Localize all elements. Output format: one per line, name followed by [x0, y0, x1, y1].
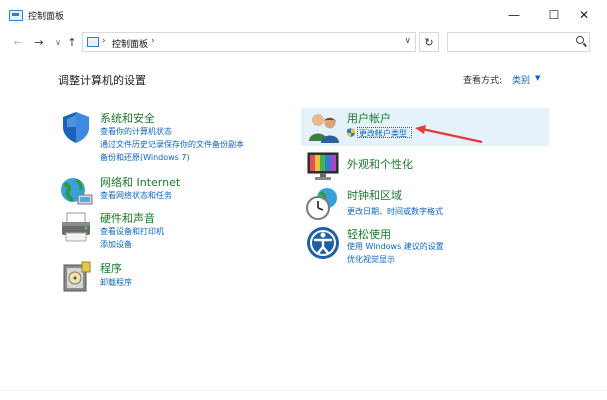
category-clock-region: 时钟和区域 更改日期、时间或数字格式 [305, 186, 545, 226]
category-ease-of-access: 轻松使用 使用 Windows 建议的设置 优化视觉显示 [305, 225, 545, 265]
title-bar: 控制面板 — ☐ ✕ [0, 0, 607, 30]
navigation-bar: ← → ∨ ↑ › 控制面板 › ∨ ↻ [0, 30, 607, 54]
search-icon[interactable] [576, 36, 584, 44]
category-system-security: 系统和安全 查看你的计算机状态 通过文件历史记录保存你的文件备份副本 备份和还原… [58, 109, 288, 169]
page-title: 调整计算机的设置 [58, 74, 146, 87]
printer-icon [62, 212, 90, 242]
accessibility-icon [307, 227, 339, 259]
control-panel-icon [9, 10, 23, 21]
category-title[interactable]: 网络和 Internet [100, 174, 180, 190]
address-bar[interactable]: › 控制面板 › ∨ [82, 32, 416, 52]
users-icon [309, 114, 339, 143]
category-link[interactable]: 添加设备 [100, 239, 132, 250]
category-link[interactable]: 查看网络状态和任务 [100, 190, 172, 201]
category-title[interactable]: 用户帐户 [347, 110, 391, 126]
clock-globe-icon [306, 188, 337, 220]
program-disk-icon [63, 261, 91, 292]
search-input[interactable] [447, 32, 590, 52]
category-title[interactable]: 外观和个性化 [347, 156, 413, 172]
close-button[interactable]: ✕ [561, 0, 607, 30]
globe-network-icon [61, 178, 93, 205]
back-button[interactable]: ← [9, 33, 27, 51]
category-title[interactable]: 时钟和区域 [347, 187, 402, 203]
category-link[interactable]: 使用 Windows 建议的设置 [347, 241, 444, 252]
category-link[interactable]: 更改日期、时间或数字格式 [347, 206, 443, 217]
uac-shield-icon [347, 128, 355, 137]
change-account-type-link[interactable]: 更改帐户类型 [359, 128, 407, 139]
breadcrumb-separator[interactable]: › [151, 36, 155, 46]
category-link[interactable]: 查看你的计算机状态 [100, 126, 172, 137]
category-title[interactable]: 硬件和声音 [100, 210, 155, 226]
category-title[interactable]: 系统和安全 [100, 110, 155, 126]
annotation-arrow [415, 125, 483, 144]
monitor-palette-icon [307, 152, 339, 180]
control-panel-icon [87, 37, 99, 47]
category-link[interactable]: 卸载程序 [100, 277, 132, 288]
chevron-down-icon[interactable]: ▼ [535, 74, 540, 82]
category-title[interactable]: 轻松使用 [347, 226, 391, 242]
refresh-button[interactable]: ↻ [419, 32, 439, 52]
up-button[interactable]: ↑ [63, 33, 81, 51]
breadcrumb-control-panel[interactable]: 控制面板 [112, 37, 148, 50]
category-network-internet: 网络和 Internet 查看网络状态和任务 [58, 173, 288, 209]
forward-button[interactable]: → [30, 33, 48, 51]
window-title: 控制面板 [28, 12, 65, 22]
category-appearance: 外观和个性化 [305, 148, 545, 188]
category-link[interactable]: 优化视觉显示 [347, 254, 395, 265]
category-title[interactable]: 程序 [100, 260, 122, 276]
content-area: 调整计算机的设置 查看方式: 类别 ▼ 系统和安全 查看你的计算机状态 通过文件… [0, 54, 607, 390]
status-bar [0, 390, 607, 400]
shield-icon [63, 112, 89, 143]
category-hardware-sound: 硬件和声音 查看设备和打印机 添加设备 [58, 209, 288, 249]
view-by-label: 查看方式: [463, 76, 503, 86]
category-link[interactable]: 查看设备和打印机 [100, 226, 164, 237]
breadcrumb-separator[interactable]: › [102, 36, 106, 46]
view-by-dropdown[interactable]: 类别 [512, 73, 530, 86]
address-dropdown-button[interactable]: ∨ [404, 36, 411, 46]
category-link[interactable]: 通过文件历史记录保存你的文件备份副本 [100, 139, 244, 150]
category-programs: 程序 卸载程序 [58, 259, 288, 299]
category-link[interactable]: 备份和还原(Windows 7) [100, 152, 190, 163]
